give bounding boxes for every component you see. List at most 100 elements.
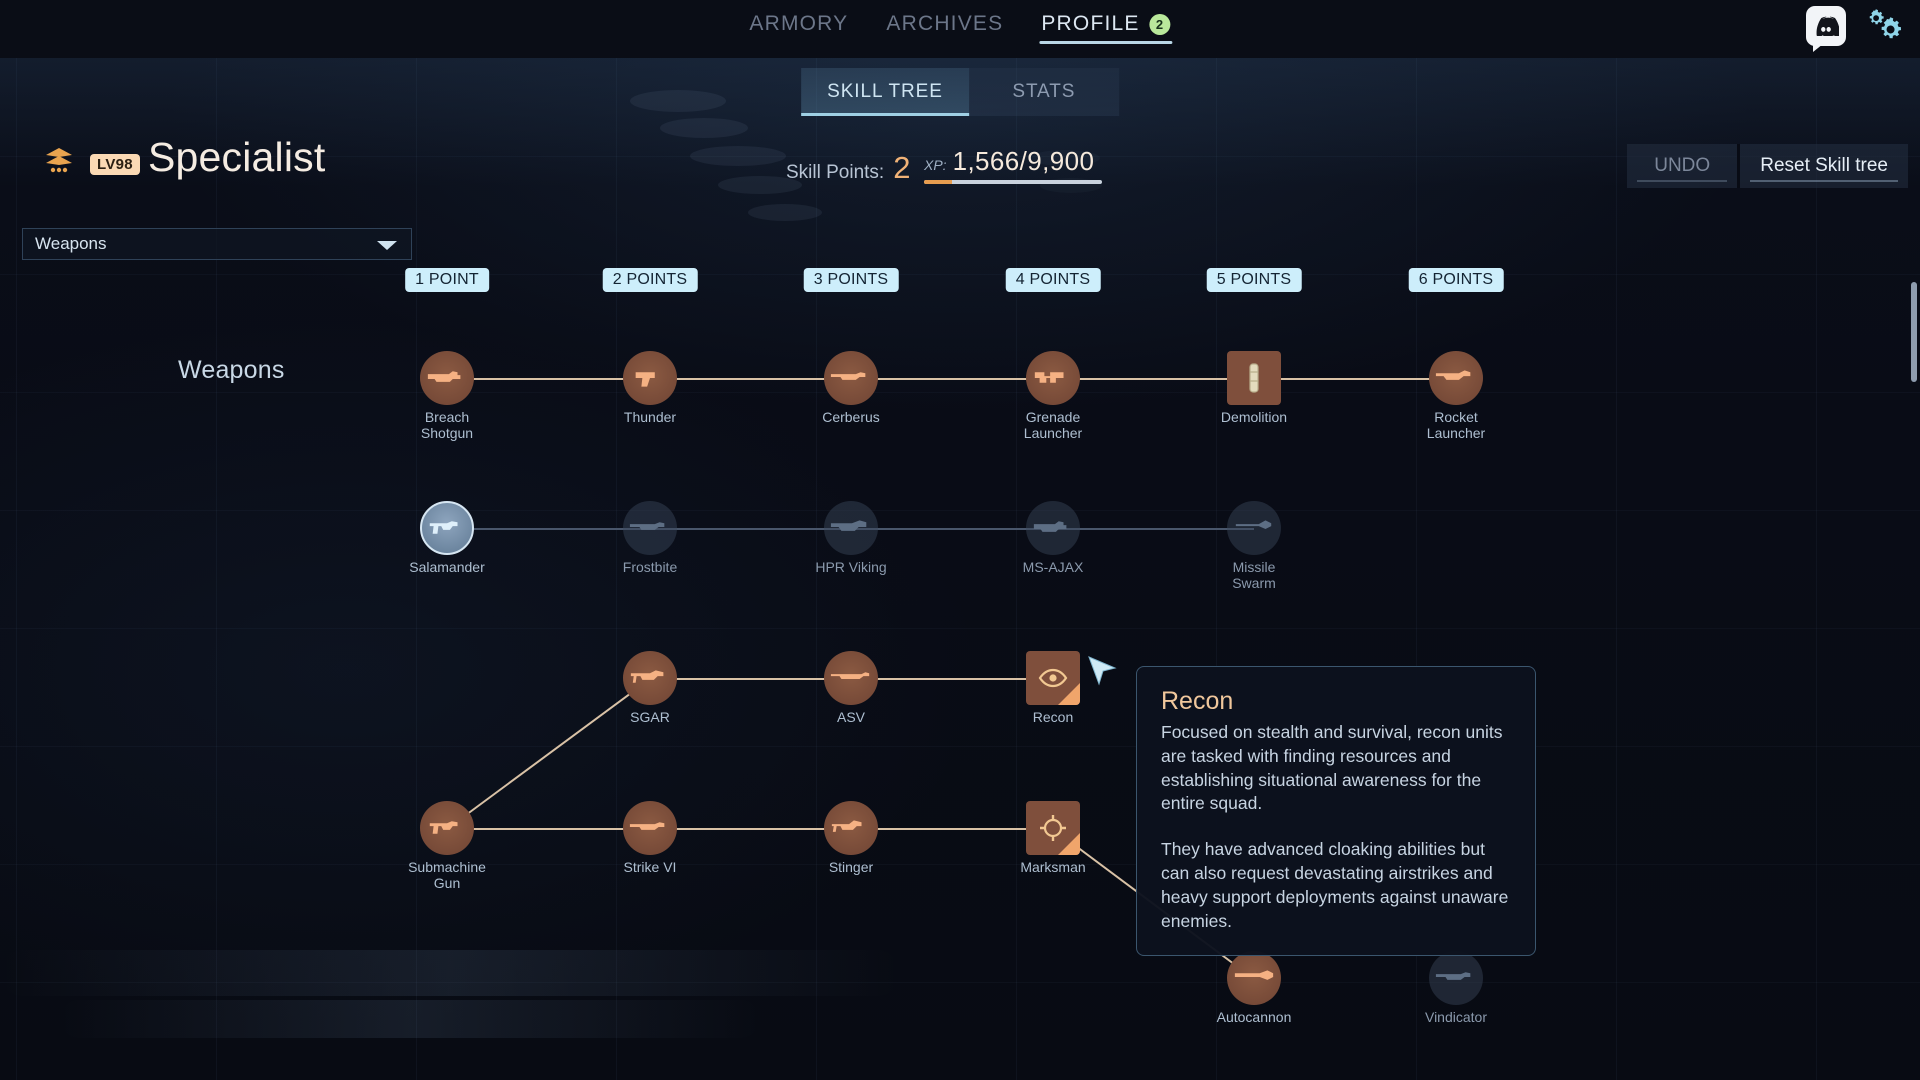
skill-node-label: Salamander: [409, 559, 485, 575]
rocket-launcher-icon: [1429, 351, 1483, 405]
node-corner-marker: [1058, 683, 1080, 705]
xp-label: XP:: [924, 157, 947, 173]
skill-node-label: HPR Viking: [815, 559, 887, 575]
category-select[interactable]: Weapons: [22, 228, 412, 260]
skill-node-salamander[interactable]: Salamander: [409, 501, 485, 575]
tree-connector: [447, 528, 650, 530]
skill-tree-screen: ARMORY ARCHIVES PROFILE 2 SKILL TREE STATS: [0, 0, 1920, 1080]
skill-node-hpr-viking[interactable]: HPR Viking: [815, 501, 887, 575]
xp-meter: XP: 1,566/9,900: [924, 146, 1102, 184]
skill-node-label: Stinger: [828, 859, 874, 875]
active-tab-underline: [1039, 41, 1173, 44]
profile-summary: LV98 Specialist Skill Points: 2 XP: 1,56…: [0, 132, 1920, 202]
tree-connector: [447, 828, 650, 830]
shotgun-icon: [1026, 501, 1080, 555]
skill-node-thunder[interactable]: Thunder: [623, 351, 677, 425]
skill-tree-canvas: Weapons 1 POINT 2 POINTS 3 POINTS 4 POINTS 5…: [0, 268, 1920, 1080]
skill-node-strike-vi[interactable]: Strike VI: [623, 801, 677, 875]
skill-node-frostbite[interactable]: Frostbite: [623, 501, 677, 575]
skill-node-label: MS-AJAX: [1022, 559, 1084, 575]
background-decor: [748, 204, 822, 221]
skill-node-cerberus[interactable]: Cerberus: [822, 351, 880, 425]
skill-node-label: Strike VI: [623, 859, 677, 875]
skill-node-label: Demolition: [1220, 409, 1288, 425]
skill-node-label: ASV: [836, 709, 865, 725]
tree-connector: [851, 528, 1053, 530]
point-cost-header: 6 POINTS: [1408, 268, 1504, 292]
missile-icon: [1227, 501, 1281, 555]
vertical-scrollbar[interactable]: [1911, 282, 1917, 382]
skill-points-value: 2: [893, 150, 911, 185]
skill-node-submachine-gun[interactable]: Submachine Gun: [408, 801, 486, 891]
tree-connector: [650, 528, 851, 530]
skill-node-missile-swarm[interactable]: Missile Swarm: [1227, 501, 1281, 591]
page-title: Specialist: [148, 134, 326, 180]
rifle-icon: [623, 501, 677, 555]
point-cost-header: 2 POINTS: [602, 268, 698, 292]
nav-badge: 2: [1149, 13, 1171, 35]
top-nav-item-archives[interactable]: ARCHIVES: [884, 8, 1005, 44]
tree-connector: [1053, 528, 1254, 530]
skill-node-grenade-launcher[interactable]: Grenade Launcher: [1024, 351, 1082, 441]
eye-icon: [1026, 651, 1080, 705]
skill-node-sgar[interactable]: SGAR: [623, 651, 677, 725]
point-cost-header: 5 POINTS: [1206, 268, 1302, 292]
skill-points-label: Skill Points:: [786, 162, 885, 183]
top-nav-item-label: ARCHIVES: [886, 12, 1004, 35]
skill-node-label: Autocannon: [1216, 1009, 1292, 1025]
tab-stats[interactable]: STATS: [968, 68, 1119, 116]
skill-points: Skill Points: 2: [786, 150, 910, 186]
tree-connector: [650, 828, 851, 830]
skill-node-label: Frostbite: [622, 559, 678, 575]
skill-node-label: Recon: [1032, 709, 1074, 725]
skill-node-demolition[interactable]: Demolition: [1221, 351, 1287, 425]
point-cost-header: 4 POINTS: [1005, 268, 1101, 292]
mg-icon: [824, 501, 878, 555]
skill-node-breach-shotgun[interactable]: Breach Shotgun: [420, 351, 474, 441]
skill-node-label: Marksman: [1020, 859, 1086, 875]
skill-tooltip: Recon Focused on stealth and survival, r…: [1136, 666, 1536, 957]
smg-icon: [420, 801, 474, 855]
tree-connector: [851, 678, 1053, 680]
skill-node-label: Cerberus: [822, 409, 880, 425]
tree-connector: [446, 678, 651, 830]
chevron-rank-icon: [44, 146, 74, 174]
tab-skill-tree[interactable]: SKILL TREE: [801, 68, 969, 116]
top-nav-item-armory[interactable]: ARMORY: [747, 8, 850, 44]
tree-connector: [447, 378, 650, 380]
crosshair-icon: [1026, 801, 1080, 855]
skill-node-vindicator[interactable]: Vindicator: [1425, 951, 1487, 1025]
grenade-launcher-icon: [1026, 351, 1080, 405]
category-select-value: Weapons: [35, 234, 107, 253]
skill-node-rocket-launcher[interactable]: Rocket Launcher: [1427, 351, 1485, 441]
rifle-icon: [1429, 951, 1483, 1005]
skill-node-marksman[interactable]: Marksman: [1020, 801, 1086, 875]
tree-connector: [1254, 378, 1456, 380]
lmg-icon: [824, 801, 878, 855]
gear-icon[interactable]: [1858, 6, 1902, 46]
discord-icon[interactable]: [1806, 6, 1846, 52]
skill-node-label: Submachine Gun: [408, 859, 486, 892]
tooltip-title: Recon: [1161, 687, 1234, 715]
skill-node-autocannon[interactable]: Autocannon: [1217, 951, 1291, 1025]
top-nav-item-label: ARMORY: [749, 12, 849, 35]
top-nav-item-profile[interactable]: PROFILE 2: [1039, 8, 1173, 44]
tree-connector: [1053, 378, 1254, 380]
top-navigation: ARMORY ARCHIVES PROFILE 2: [747, 8, 1173, 44]
skill-node-label: Grenade Launcher: [1023, 409, 1083, 442]
skill-tree-actions: UNDO Reset Skill tree: [1627, 144, 1908, 188]
reset-skill-tree-button[interactable]: Reset Skill tree: [1740, 144, 1908, 188]
skill-node-label: Vindicator: [1424, 1009, 1487, 1025]
undo-button[interactable]: UNDO: [1627, 144, 1738, 188]
skill-node-label: Thunder: [623, 409, 677, 425]
skill-node-stinger[interactable]: Stinger: [824, 801, 878, 875]
top-right-actions: [1806, 6, 1902, 52]
skill-node-recon[interactable]: Recon: [1026, 651, 1080, 725]
skill-node-asv[interactable]: ASV: [824, 651, 878, 725]
point-cost-header: 3 POINTS: [803, 268, 899, 292]
skill-node-label: Rocket Launcher: [1426, 409, 1486, 442]
skill-node-label: Missile Swarm: [1232, 559, 1276, 592]
skill-node-ms-ajax[interactable]: MS-AJAX: [1023, 501, 1083, 575]
chevron-down-icon: [377, 241, 397, 250]
sniper-icon: [824, 651, 878, 705]
